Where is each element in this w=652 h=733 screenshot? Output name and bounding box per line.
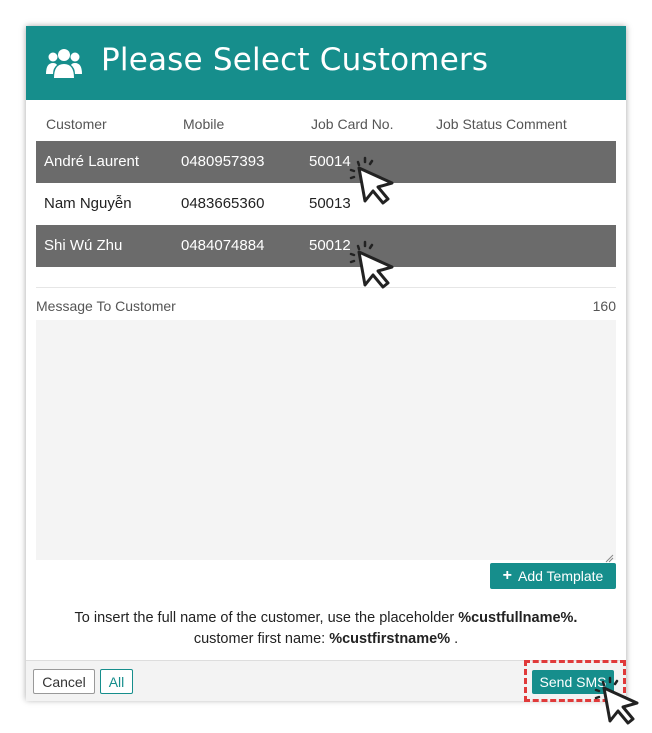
message-textarea[interactable] [36, 320, 616, 560]
character-count: 160 [592, 298, 616, 314]
add-template-label: Add Template [517, 568, 604, 584]
select-all-button[interactable]: All [100, 669, 133, 694]
help-line-2: customer first name: %custfirstname% . [26, 629, 626, 650]
help-line-1-text: To insert the full name of the customer,… [74, 610, 455, 626]
message-label: Message To Customer [36, 298, 176, 314]
column-header-job-status-comment: Job Status Comment [436, 116, 567, 132]
divider [36, 287, 616, 288]
table-row[interactable]: Nam Nguyễn 0483665360 50013 [36, 183, 616, 225]
help-line-2-text: customer first name: [193, 631, 326, 647]
customer-cell: André Laurent [44, 153, 140, 170]
click-cursor-icon [345, 236, 401, 292]
customer-cell: Nam Nguyễn [44, 195, 132, 212]
dialog-title: Please Select Customers [101, 42, 489, 78]
column-header-customer: Customer [46, 116, 107, 132]
select-customers-dialog: Please Select Customers Customer Mobile … [26, 26, 626, 701]
dialog-header: Please Select Customers [26, 26, 626, 100]
click-cursor-icon [590, 672, 646, 728]
help-line-2-suffix: . [454, 631, 459, 647]
resize-handle-icon[interactable] [605, 550, 614, 563]
customer-cell: Shi Wú Zhu [44, 237, 123, 254]
full-name-placeholder: %custfullname%. [458, 610, 578, 626]
table-row[interactable]: André Laurent 0480957393 50014 [36, 141, 616, 183]
table-row[interactable]: Shi Wú Zhu 0484074884 50012 [36, 225, 616, 267]
table-header: Customer Mobile Job Card No. Job Status … [36, 116, 616, 138]
mobile-cell: 0483665360 [181, 195, 265, 212]
click-cursor-icon [345, 152, 401, 208]
plus-icon: + [502, 567, 512, 584]
add-template-button[interactable]: + Add Template [490, 563, 616, 589]
mobile-cell: 0480957393 [181, 153, 265, 170]
placeholder-help-text: To insert the full name of the customer,… [26, 608, 626, 650]
first-name-placeholder: %custfirstname% [329, 631, 451, 647]
mobile-cell: 0484074884 [181, 237, 265, 254]
help-line-1: To insert the full name of the customer,… [26, 608, 626, 629]
column-header-mobile: Mobile [183, 116, 225, 132]
users-group-icon [46, 46, 82, 80]
cancel-button[interactable]: Cancel [33, 669, 95, 694]
column-header-job-card: Job Card No. [311, 116, 394, 132]
